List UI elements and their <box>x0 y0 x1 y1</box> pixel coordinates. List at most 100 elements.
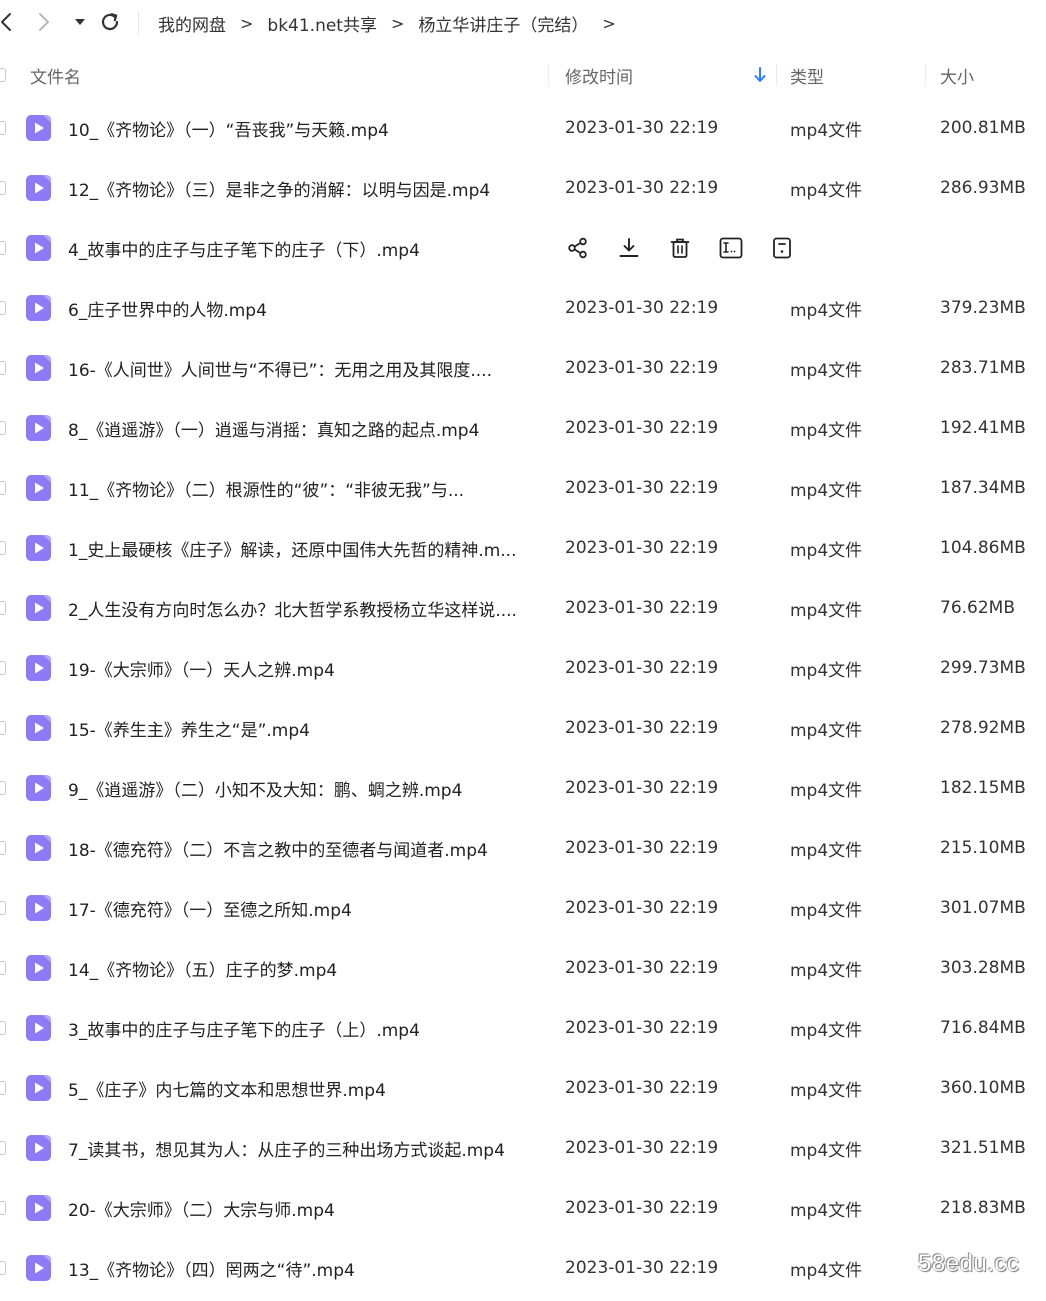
file-type: mp4文件 <box>790 1140 863 1161</box>
breadcrumb-item-my-drive[interactable]: 我的网盘 <box>158 11 226 36</box>
file-size: 379.23MB <box>940 298 1026 318</box>
row-checkbox[interactable] <box>0 1201 6 1215</box>
file-name[interactable]: 20-《大宗师》（二）大宗与师.mp4 <box>68 1178 540 1238</box>
file-row[interactable]: 11_《齐物论》（二）根源性的“彼”：“非彼无我”与... 2023-01-30… <box>0 458 1046 518</box>
file-row[interactable]: 19-《大宗师》（一）天人之辨.mp4 2023-01-30 22:19 mp4… <box>0 638 1046 698</box>
file-name[interactable]: 8_《逍遥游》（一）逍遥与消摇：真知之路的起点.mp4 <box>68 398 540 458</box>
row-checkbox[interactable] <box>0 1141 6 1155</box>
file-name[interactable]: 2_人生没有方向时怎么办？北大哲学系教授杨立华这样说.... <box>68 578 540 638</box>
column-divider <box>925 64 926 86</box>
video-file-icon <box>26 595 51 621</box>
file-name[interactable]: 18-《德充符》（二）不言之教中的至德者与闻道者.mp4 <box>68 818 540 878</box>
breadcrumb-item-current-folder[interactable]: 杨立华讲庄子（完结） <box>418 11 588 36</box>
rename-button[interactable] <box>718 235 744 261</box>
row-checkbox[interactable] <box>0 961 6 975</box>
file-name[interactable]: 4_故事中的庄子与庄子笔下的庄子（下）.mp4 <box>68 218 540 278</box>
file-name[interactable]: 10_《齐物论》（一）“吾丧我”与天籁.mp4 <box>68 98 540 158</box>
row-checkbox[interactable] <box>0 361 6 375</box>
file-row[interactable]: 6_庄子世界中的人物.mp4 2023-01-30 22:19 mp4文件 37… <box>0 278 1046 338</box>
row-checkbox[interactable] <box>0 121 6 135</box>
file-name[interactable]: 16-《人间世》人间世与“不得已”：无用之用及其限度.... <box>68 338 540 398</box>
file-row[interactable]: 7_读其书，想见其为人：从庄子的三种出场方式谈起.mp4 2023-01-30 … <box>0 1118 1046 1178</box>
file-name[interactable]: 17-《德充符》（一）至德之所知.mp4 <box>68 878 540 938</box>
caret-down-icon <box>75 19 85 25</box>
file-row[interactable]: 18-《德充符》（二）不言之教中的至德者与闻道者.mp4 2023-01-30 … <box>0 818 1046 878</box>
file-row[interactable]: 5_《庄子》内七篇的文本和思想世界.mp4 2023-01-30 22:19 m… <box>0 1058 1046 1118</box>
row-checkbox[interactable] <box>0 661 6 675</box>
more-button[interactable] <box>769 235 795 261</box>
file-name[interactable]: 6_庄子世界中的人物.mp4 <box>68 278 540 338</box>
breadcrumb-item-shared-folder[interactable]: bk41.net共享 <box>267 11 377 36</box>
file-row[interactable]: 8_《逍遥游》（一）逍遥与消摇：真知之路的起点.mp4 2023-01-30 2… <box>0 398 1046 458</box>
file-row[interactable]: 16-《人间世》人间世与“不得已”：无用之用及其限度.... 2023-01-3… <box>0 338 1046 398</box>
file-row[interactable]: 10_《齐物论》（一）“吾丧我”与天籁.mp4 2023-01-30 22:19… <box>0 98 1046 158</box>
refresh-button[interactable] <box>98 10 122 34</box>
share-button[interactable] <box>565 235 591 261</box>
file-row[interactable]: 2_人生没有方向时怎么办？北大哲学系教授杨立华这样说.... 2023-01-3… <box>0 578 1046 638</box>
row-checkbox[interactable] <box>0 721 6 735</box>
file-name[interactable]: 19-《大宗师》（一）天人之辨.mp4 <box>68 638 540 698</box>
sort-descending-button[interactable] <box>754 52 766 98</box>
row-checkbox[interactable] <box>0 541 6 555</box>
file-name[interactable]: 1_史上最硬核《庄子》解读，还原中国伟大先哲的精神.m... <box>68 518 540 578</box>
navigation-bar: 我的网盘 > bk41.net共享 > 杨立华讲庄子（完结） > <box>0 0 1046 46</box>
file-name[interactable]: 11_《齐物论》（二）根源性的“彼”：“非彼无我”与... <box>68 458 540 518</box>
file-list-header: 文件名 修改时间 类型 大小 <box>0 52 1046 98</box>
row-checkbox[interactable] <box>0 241 6 255</box>
row-checkbox[interactable] <box>0 1081 6 1095</box>
forward-button[interactable] <box>32 10 56 34</box>
select-all-checkbox[interactable] <box>0 68 6 82</box>
history-dropdown-button[interactable] <box>68 10 92 34</box>
column-header-size[interactable]: 大小 <box>940 52 974 98</box>
refresh-icon <box>101 13 119 31</box>
file-name[interactable]: 15-《养生主》养生之“是”.mp4 <box>68 698 540 758</box>
row-checkbox[interactable] <box>0 481 6 495</box>
row-checkbox[interactable] <box>0 1261 6 1275</box>
file-row[interactable]: 14_《齐物论》（五）庄子的梦.mp4 2023-01-30 22:19 mp4… <box>0 938 1046 998</box>
file-row[interactable]: 20-《大宗师》（二）大宗与师.mp4 2023-01-30 22:19 mp4… <box>0 1178 1046 1238</box>
row-checkbox[interactable] <box>0 421 6 435</box>
file-modified-time: 2023-01-30 22:19 <box>565 958 719 978</box>
file-size: 187.34MB <box>940 478 1026 498</box>
file-name[interactable]: 5_《庄子》内七篇的文本和思想世界.mp4 <box>68 1058 540 1118</box>
file-row[interactable]: 9_《逍遥游》（二）小知不及大知：鹏、蜩之辨.mp4 2023-01-30 22… <box>0 758 1046 818</box>
video-file-icon <box>26 475 51 501</box>
row-checkbox[interactable] <box>0 601 6 615</box>
row-checkbox[interactable] <box>0 181 6 195</box>
file-name[interactable]: 3_故事中的庄子与庄子笔下的庄子（上）.mp4 <box>68 998 540 1058</box>
file-size: 76.62MB <box>940 598 1015 618</box>
file-row[interactable]: 1_史上最硬核《庄子》解读，还原中国伟大先哲的精神.m... 2023-01-3… <box>0 518 1046 578</box>
row-checkbox[interactable] <box>0 781 6 795</box>
file-row[interactable]: 4_故事中的庄子与庄子笔下的庄子（下）.mp4 <box>0 218 1046 278</box>
file-list: 10_《齐物论》（一）“吾丧我”与天籁.mp4 2023-01-30 22:19… <box>0 98 1046 1298</box>
file-name[interactable]: 12_《齐物论》（三）是非之争的消解：以明与因是.mp4 <box>68 158 540 218</box>
row-checkbox[interactable] <box>0 301 6 315</box>
column-header-type[interactable]: 类型 <box>790 52 824 98</box>
file-modified-time: 2023-01-30 22:19 <box>565 598 719 618</box>
file-row[interactable]: 13_《齐物论》（四）罔两之“待”.mp4 2023-01-30 22:19 m… <box>0 1238 1046 1298</box>
download-button[interactable] <box>616 235 642 261</box>
back-button[interactable] <box>0 10 18 34</box>
file-modified-time: 2023-01-30 22:19 <box>565 658 719 678</box>
row-checkbox[interactable] <box>0 901 6 915</box>
file-name[interactable]: 13_《齐物论》（四）罔两之“待”.mp4 <box>68 1238 540 1298</box>
file-row[interactable]: 12_《齐物论》（三）是非之争的消解：以明与因是.mp4 2023-01-30 … <box>0 158 1046 218</box>
column-header-modified[interactable]: 修改时间 <box>565 52 633 98</box>
file-modified-time: 2023-01-30 22:19 <box>565 1138 719 1158</box>
file-modified-time: 2023-01-30 22:19 <box>565 1018 719 1038</box>
column-header-name[interactable]: 文件名 <box>30 52 81 98</box>
video-file-icon <box>26 1015 51 1041</box>
row-checkbox[interactable] <box>0 1021 6 1035</box>
file-modified-time: 2023-01-30 22:19 <box>565 1258 719 1278</box>
video-file-icon <box>26 1195 51 1221</box>
file-name[interactable]: 9_《逍遥游》（二）小知不及大知：鹏、蜩之辨.mp4 <box>68 758 540 818</box>
file-row[interactable]: 15-《养生主》养生之“是”.mp4 2023-01-30 22:19 mp4文… <box>0 698 1046 758</box>
file-row[interactable]: 17-《德充符》（一）至德之所知.mp4 2023-01-30 22:19 mp… <box>0 878 1046 938</box>
file-row[interactable]: 3_故事中的庄子与庄子笔下的庄子（上）.mp4 2023-01-30 22:19… <box>0 998 1046 1058</box>
file-type: mp4文件 <box>790 900 863 921</box>
file-type: mp4文件 <box>790 960 863 981</box>
file-name[interactable]: 7_读其书，想见其为人：从庄子的三种出场方式谈起.mp4 <box>68 1118 540 1178</box>
delete-button[interactable] <box>667 235 693 261</box>
row-checkbox[interactable] <box>0 841 6 855</box>
file-name[interactable]: 14_《齐物论》（五）庄子的梦.mp4 <box>68 938 540 998</box>
